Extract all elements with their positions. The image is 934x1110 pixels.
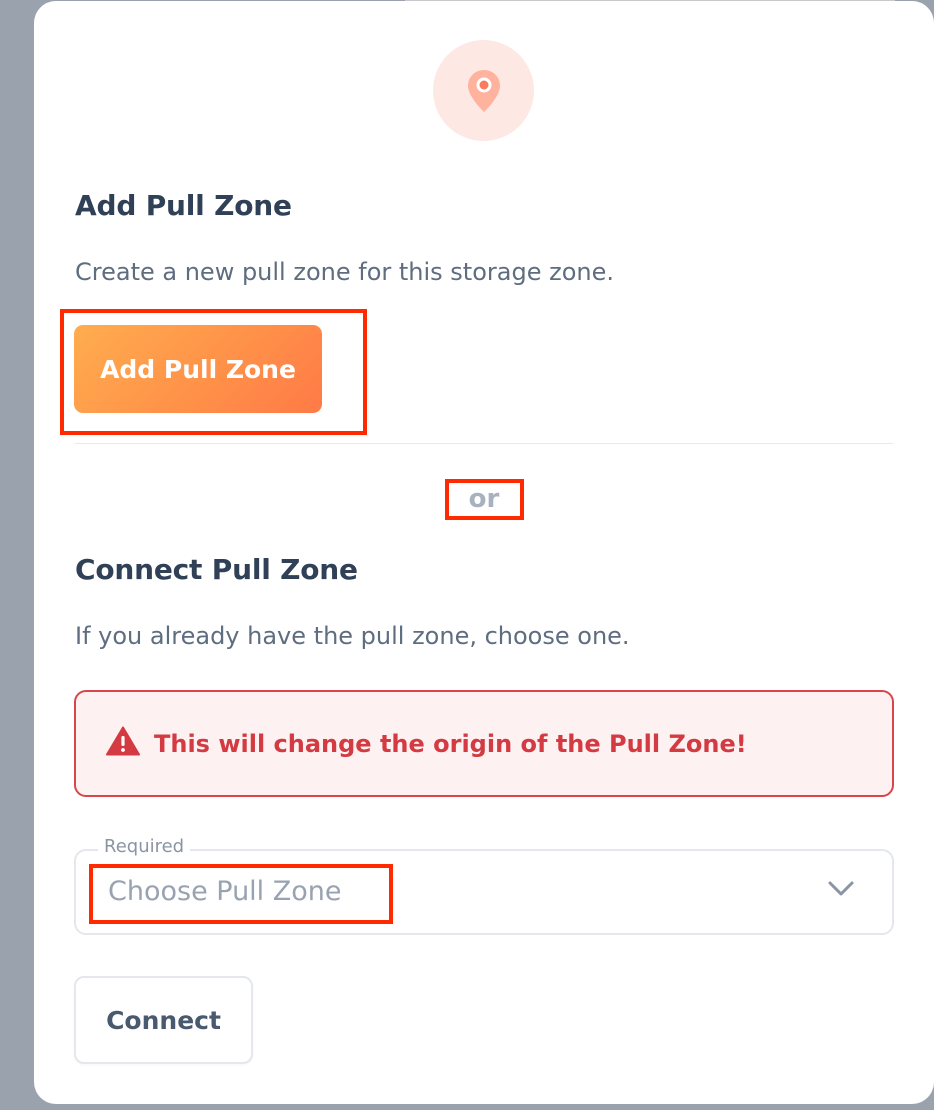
connect-pull-zone-description: If you already have the pull zone, choos…	[75, 622, 630, 650]
pull-zone-select-placeholder: Choose Pull Zone	[108, 876, 342, 907]
or-separator: or	[468, 484, 500, 514]
origin-warning-alert: This will change the origin of the Pull …	[74, 690, 894, 797]
origin-warning-text: This will change the origin of the Pull …	[154, 729, 747, 758]
add-pull-zone-dialog: Add Pull Zone Create a new pull zone for…	[34, 1, 934, 1104]
add-pull-zone-description: Create a new pull zone for this storage …	[75, 258, 614, 286]
warning-triangle-icon	[106, 726, 140, 761]
section-divider	[75, 443, 893, 444]
connect-pull-zone-title: Connect Pull Zone	[75, 553, 358, 586]
pull-zone-select[interactable]: Choose Pull Zone	[74, 849, 894, 935]
map-pin-icon	[433, 40, 534, 141]
connect-button[interactable]: Connect	[74, 976, 253, 1064]
pull-zone-select-label: Required	[98, 836, 191, 857]
add-pull-zone-title: Add Pull Zone	[75, 189, 292, 222]
add-pull-zone-button[interactable]: Add Pull Zone	[74, 325, 322, 413]
chevron-down-icon	[828, 881, 854, 902]
